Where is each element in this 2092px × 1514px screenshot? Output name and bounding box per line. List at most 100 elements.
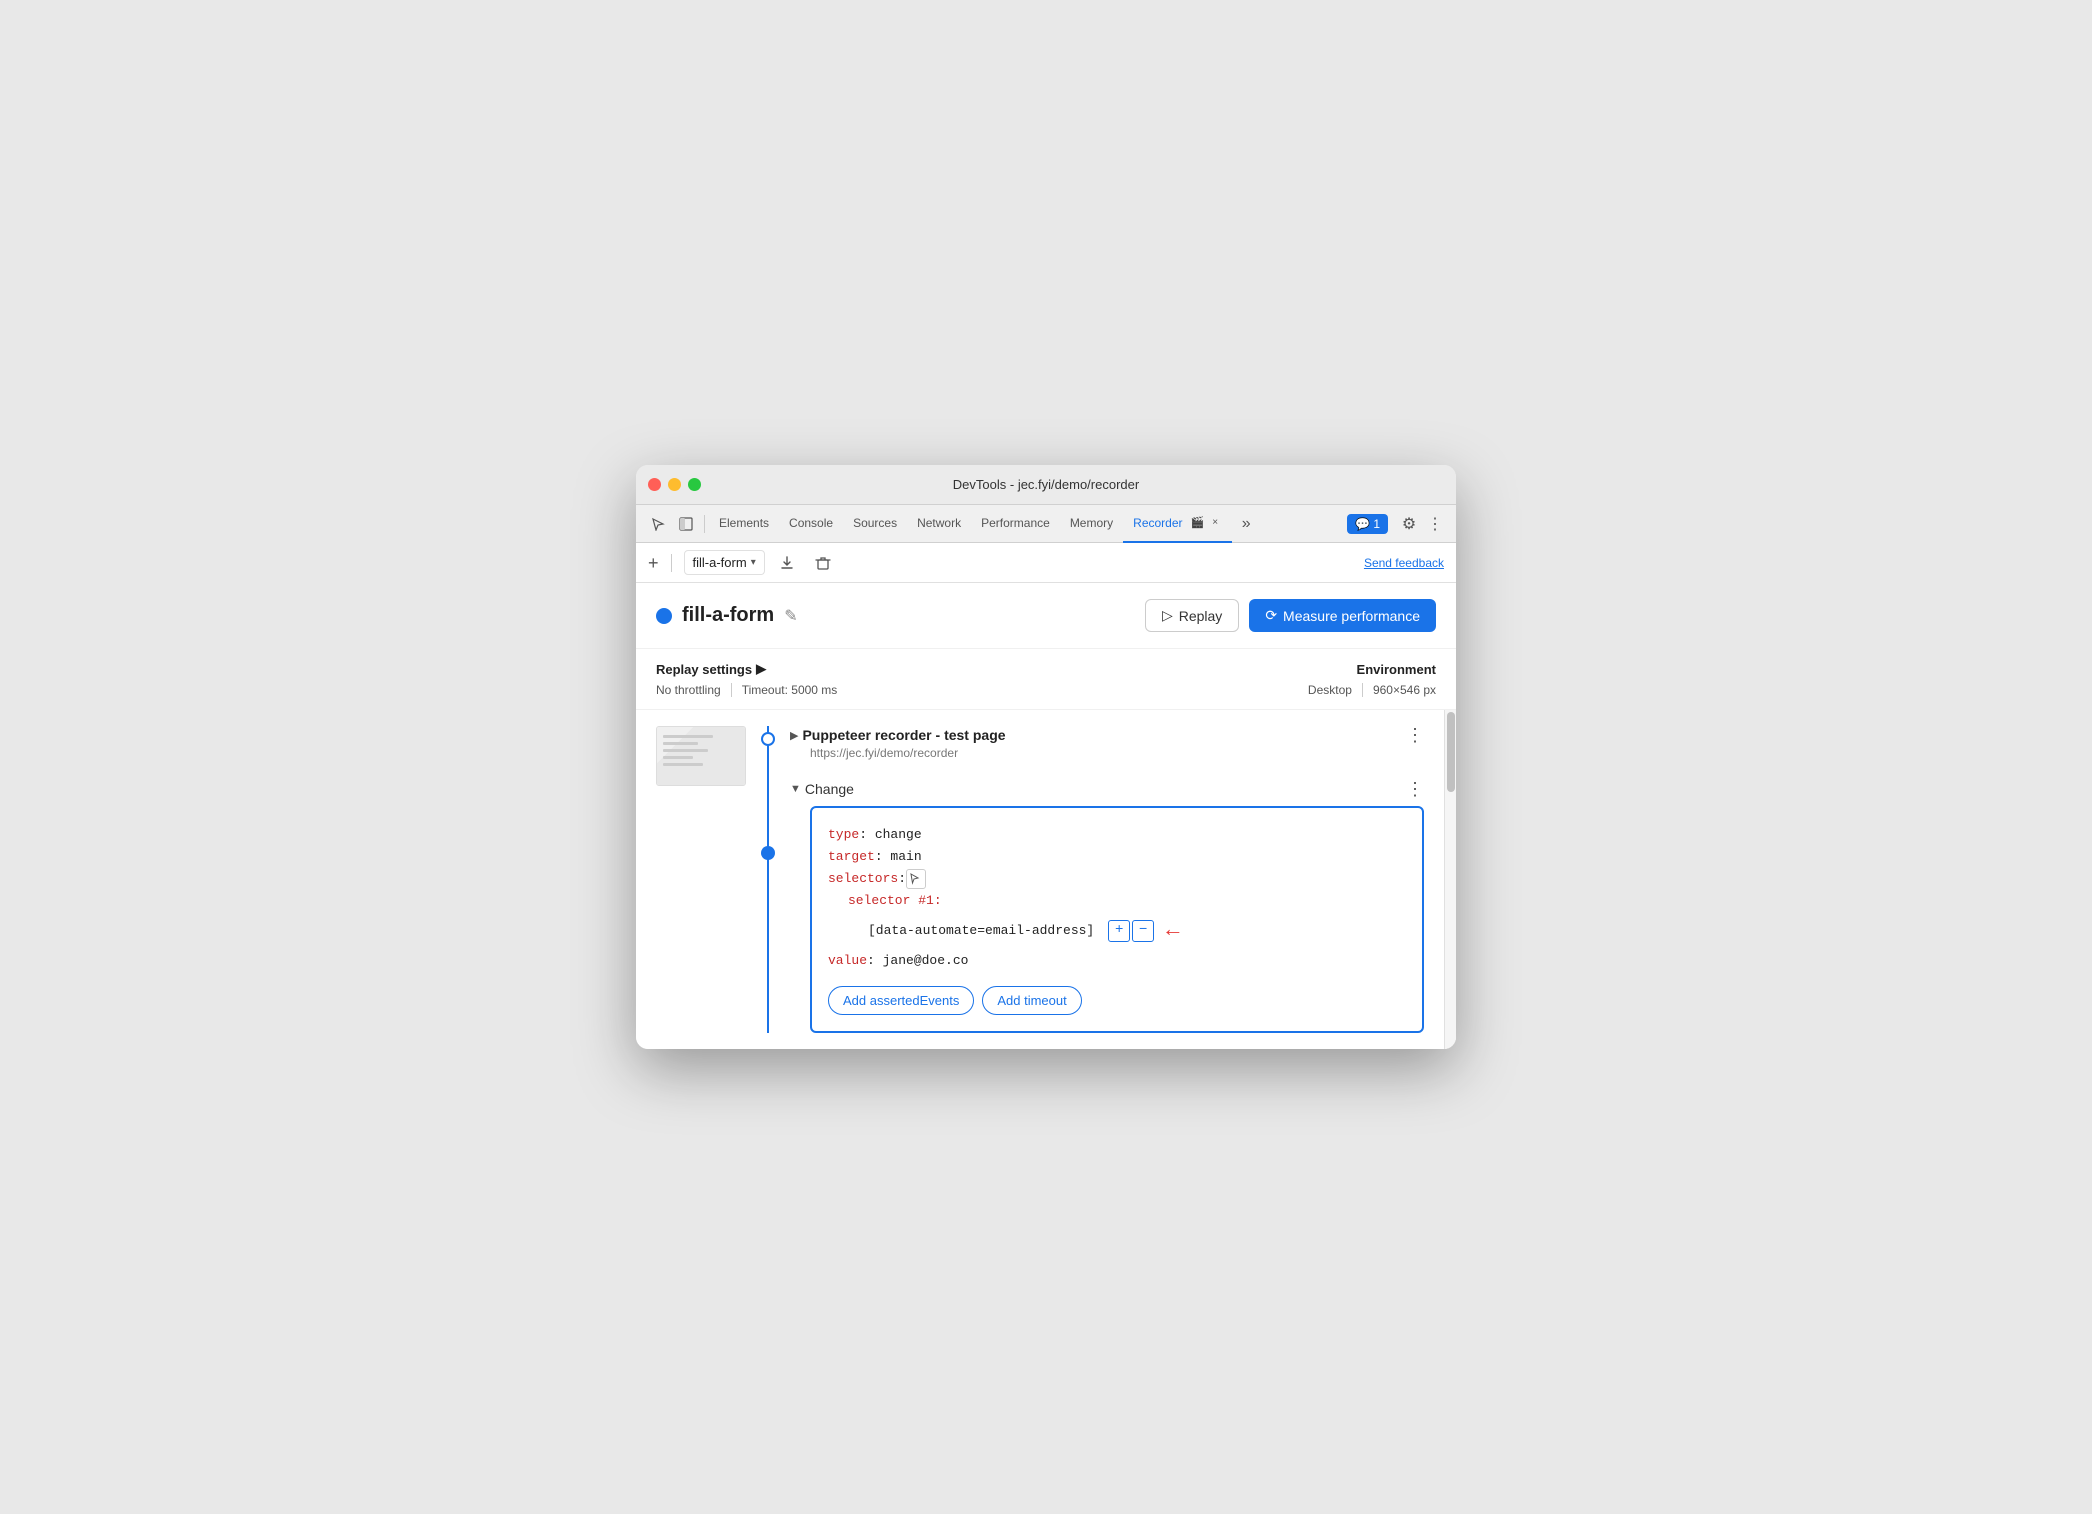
close-button[interactable] [648,478,661,491]
devtools-window: DevTools - jec.fyi/demo/recorder Element… [636,465,1456,1049]
recording-status-dot [656,608,672,624]
recording-name: fill-a-form [682,604,774,627]
tab-console[interactable]: Console [779,505,843,543]
settings-icon[interactable]: ⚙ [1396,511,1422,537]
tab-network[interactable]: Network [907,505,971,543]
step-1-url: https://jec.fyi/demo/recorder [810,746,1424,760]
tab-recorder[interactable]: Recorder 🎬 × [1123,505,1232,543]
toolbar-separator [671,554,672,572]
recorder-icon: 🎬 [1191,516,1205,529]
more-tabs-button[interactable]: » [1232,510,1260,538]
code-type-val: : change [859,824,921,846]
step-1-title: Puppeteer recorder - test page [802,727,1005,743]
step-2-menu-icon[interactable]: ⋮ [1406,780,1424,798]
traffic-lights [648,478,701,491]
tab-memory[interactable]: Memory [1060,505,1123,543]
steps-area: ▶ Puppeteer recorder - test page ⋮ https… [636,710,1444,1049]
step-2-title: Change [805,781,854,797]
delete-button[interactable] [809,549,837,577]
step-1-menu-icon[interactable]: ⋮ [1406,726,1424,744]
maximize-button[interactable] [688,478,701,491]
scrollbar[interactable] [1444,710,1456,1049]
red-arrow-icon: ← [1166,912,1179,949]
chevron-down-icon: ▾ [751,557,756,568]
tab-sources[interactable]: Sources [843,505,907,543]
recording-selector[interactable]: fill-a-form ▾ [684,550,765,575]
tab-elements[interactable]: Elements [709,505,779,543]
measure-performance-button[interactable]: ⟳ Measure performance [1249,599,1436,632]
code-value-key: value [828,950,867,972]
code-value-line: value : jane@doe.co [828,950,1406,972]
settings-expand-icon: ▶ [756,661,766,677]
add-recording-button[interactable]: + [648,554,659,572]
code-target-line: target : main [828,846,1406,868]
steps-content: ▶ Puppeteer recorder - test page ⋮ https… [780,726,1444,1033]
resolution-value: 960×546 px [1373,683,1436,697]
remove-selector-button[interactable]: − [1132,920,1154,942]
add-asserted-events-button[interactable]: Add assertedEvents [828,986,974,1015]
chat-button[interactable]: 💬 1 [1347,514,1388,534]
desktop-value: Desktop [1308,683,1352,697]
step-thumbnail [656,726,746,786]
code-target-val: : main [875,846,922,868]
code-value-val: : jane@doe.co [867,950,968,972]
recorder-toolbar: + fill-a-form ▾ Send feedback [636,543,1456,583]
selector-actions: + − [1108,920,1154,942]
more-options-icon[interactable]: ⋮ [1422,511,1448,537]
minimize-button[interactable] [668,478,681,491]
action-buttons: Add assertedEvents Add timeout [828,986,1406,1015]
add-timeout-button[interactable]: Add timeout [982,986,1081,1015]
settings-row: Replay settings ▶ No throttling Timeout:… [636,649,1456,710]
recorder-tab-close[interactable]: × [1208,516,1222,530]
replay-icon: ▷ [1162,607,1173,624]
environment-title: Environment [1308,662,1436,677]
throttling-value: No throttling [656,683,721,697]
code-type-line: type : change [828,824,1406,846]
measure-icon: ⟳ [1265,607,1277,624]
step-2-expand-icon[interactable]: ▼ [790,783,801,795]
selector-type-icon[interactable] [906,869,926,889]
settings-divider [731,683,732,697]
replay-settings: Replay settings ▶ No throttling Timeout:… [656,661,1308,697]
timeline-line [767,726,769,1033]
thumbnail-column [636,726,756,1033]
add-selector-button[interactable]: + [1108,920,1130,942]
replay-settings-title[interactable]: Replay settings ▶ [656,661,1308,677]
timeline-dot-1 [761,732,775,746]
tab-performance[interactable]: Performance [971,505,1060,543]
timeline-column [756,726,780,1033]
step-1: ▶ Puppeteer recorder - test page ⋮ https… [790,726,1424,760]
edit-name-icon[interactable]: ✎ [784,606,797,626]
separator [704,515,705,533]
step-2: ▼ Change ⋮ type : change target [790,780,1424,1033]
devtools-tabbar: Elements Console Sources Network Perform… [636,505,1456,543]
main-content: fill-a-form ✎ ▷ Replay ⟳ Measure perform… [636,583,1456,1049]
code-selector-num: selector #1: [848,890,942,912]
titlebar: DevTools - jec.fyi/demo/recorder [636,465,1456,505]
code-selector-num-line: selector #1: [848,890,1406,912]
download-button[interactable] [773,549,801,577]
replay-button[interactable]: ▷ Replay [1145,599,1239,632]
scrollbar-thumb[interactable] [1447,712,1455,792]
selector-value: [data-automate=email-address] [868,920,1094,942]
cursor-icon[interactable] [644,510,672,538]
window-title: DevTools - jec.fyi/demo/recorder [953,477,1139,492]
step-1-expand-icon[interactable]: ▶ [790,729,798,742]
send-feedback-link[interactable]: Send feedback [1364,556,1444,570]
dock-icon[interactable] [672,510,700,538]
environment-details: Desktop 960×546 px [1308,683,1436,697]
recording-header: fill-a-form ✎ ▷ Replay ⟳ Measure perform… [636,583,1456,649]
chat-icon: 💬 [1355,517,1370,531]
settings-details: No throttling Timeout: 5000 ms [656,683,1308,697]
code-selectors-line: selectors : [828,868,1406,890]
timeout-value: Timeout: 5000 ms [742,683,838,697]
step-1-header: ▶ Puppeteer recorder - test page ⋮ [790,726,1424,744]
selector-value-row: [data-automate=email-address] + − [868,912,1406,949]
env-divider [1362,683,1363,697]
code-block: type : change target : main selectors : [810,806,1424,1033]
step-2-header: ▼ Change ⋮ [790,780,1424,798]
environment-settings: Environment Desktop 960×546 px [1308,662,1436,697]
timeline-dot-2 [761,846,775,860]
code-type-key: type [828,824,859,846]
steps-container: ▶ Puppeteer recorder - test page ⋮ https… [636,710,1456,1049]
